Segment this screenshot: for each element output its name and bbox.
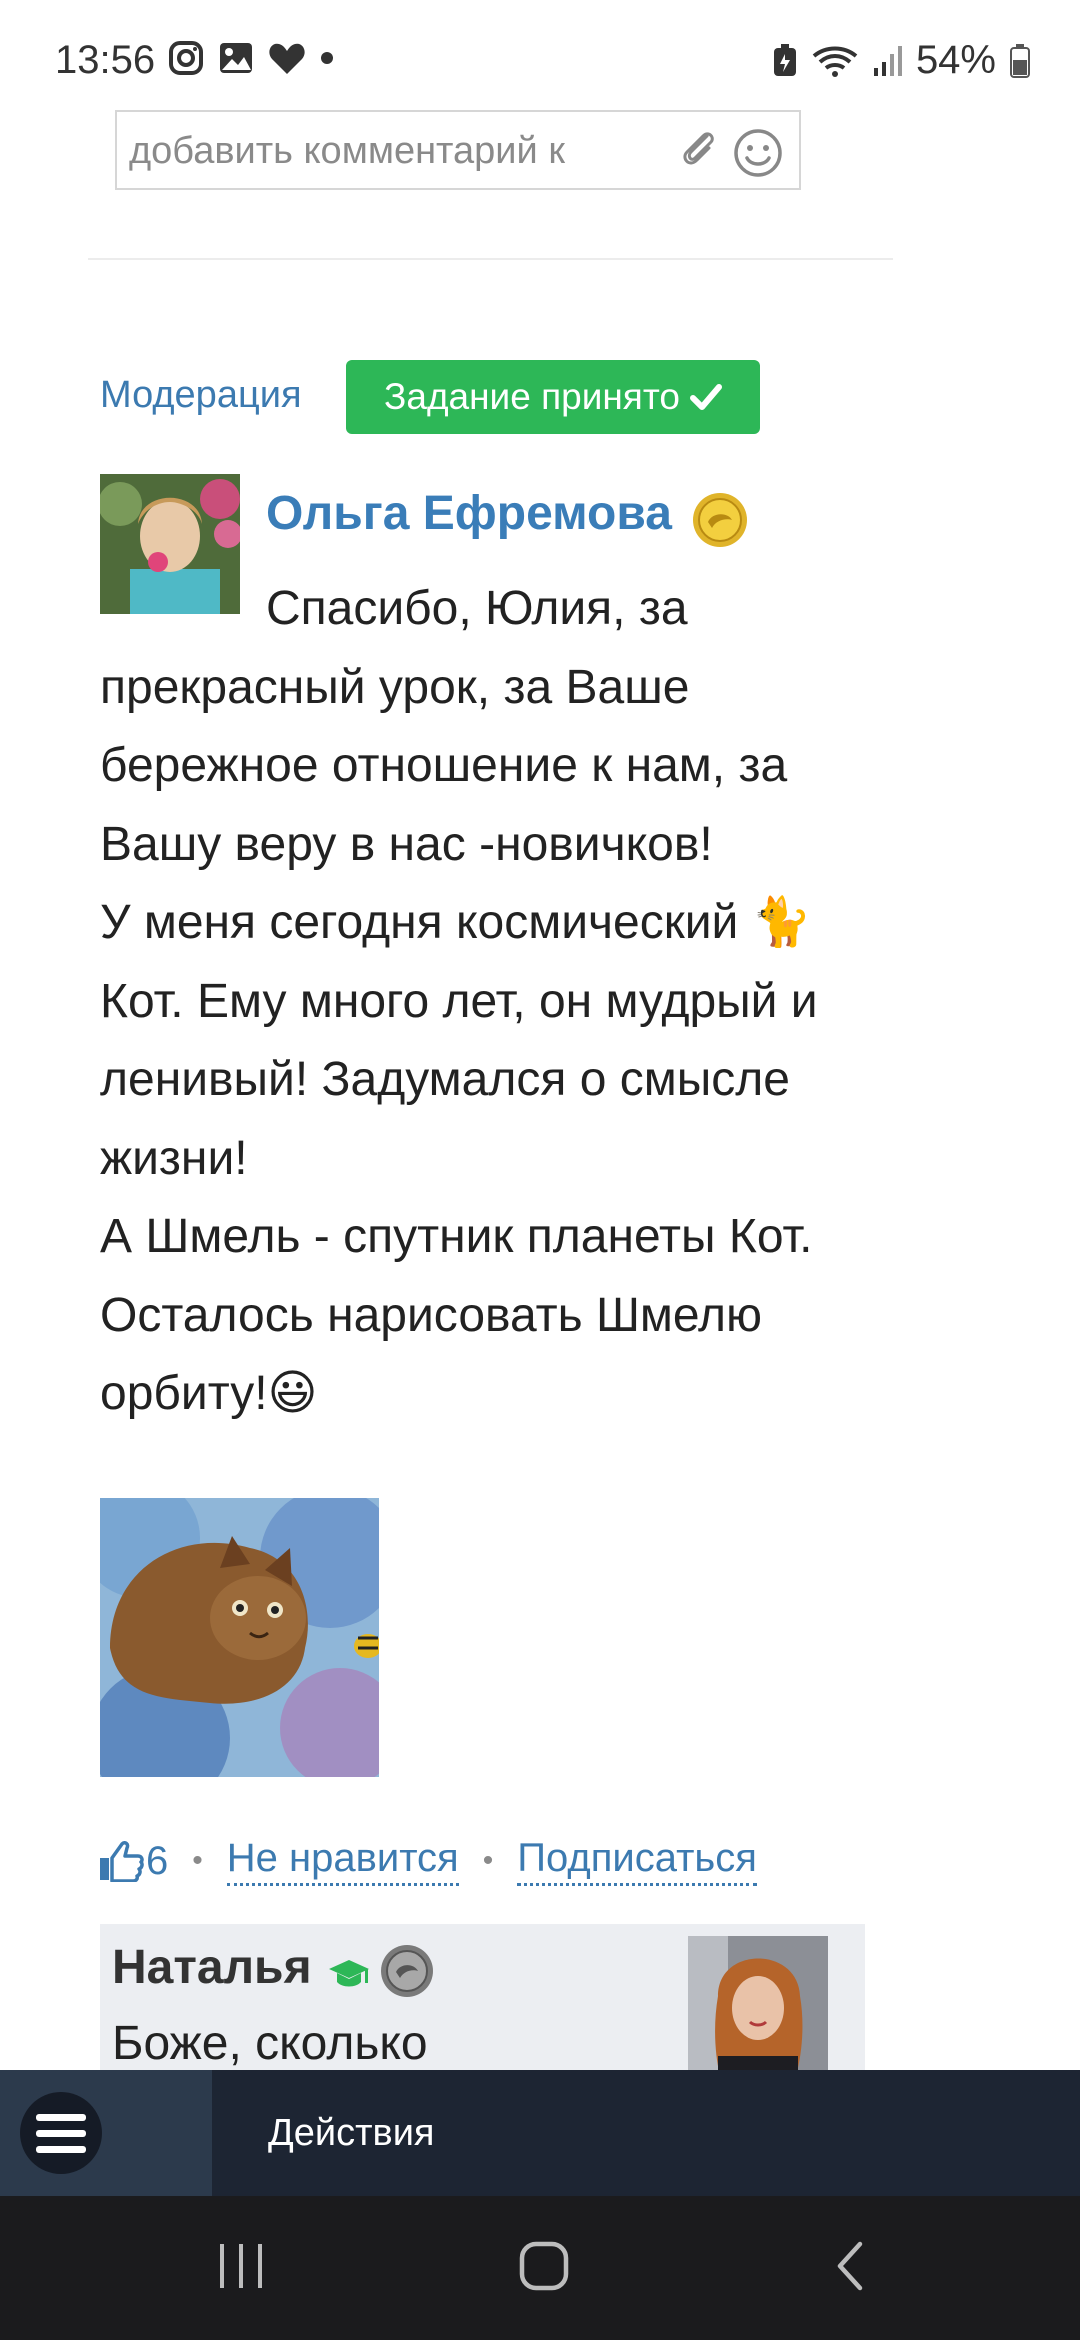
post-line: Кот. Ему много лет, он мудрый и (100, 974, 818, 1028)
reply-avatar[interactable] (688, 1936, 828, 2074)
signal-icon (873, 45, 902, 76)
comment-input[interactable] (129, 126, 659, 176)
back-icon[interactable] (830, 2238, 870, 2294)
actions-label[interactable]: Действия (268, 2112, 435, 2155)
home-icon[interactable] (518, 2238, 570, 2294)
emoji-icon[interactable] (733, 128, 783, 178)
post-line: Спасибо, Юлия, за (266, 582, 688, 635)
post-image[interactable] (100, 1498, 379, 1777)
post-line: Осталось нарисовать Шмелю (100, 1288, 763, 1342)
dislike-link[interactable]: Не нравится (226, 1836, 459, 1886)
separator-dot: • (192, 1844, 203, 1877)
post-line: бережное отношение к нам, за (100, 739, 788, 792)
action-bar: Действия (0, 2070, 1080, 2196)
silver-medal-icon (381, 1945, 433, 1997)
subscribe-link[interactable]: Подписаться (517, 1836, 757, 1886)
battery-percent: 54% (915, 38, 996, 82)
separator-dot: • (482, 1844, 494, 1877)
wifi-icon (812, 46, 858, 77)
graduation-cap-icon (329, 1960, 369, 1987)
instagram-icon (169, 41, 203, 75)
status-badge-label: Задание принято (384, 376, 680, 417)
post-line: А Шмель - спутник планеты Кот. (100, 1210, 813, 1263)
heart-icon (269, 43, 305, 74)
status-time: 13:56 (55, 38, 156, 82)
post-line: ленивый! Задумался о смысле (100, 1053, 790, 1106)
checkmark-icon (689, 384, 722, 410)
post-line: Вашу веру в нас -новичков! (100, 817, 713, 871)
moderation-link[interactable]: Модерация (100, 374, 302, 417)
dot-icon (321, 52, 333, 64)
gallery-icon (220, 43, 252, 73)
battery-icon (1010, 43, 1030, 78)
post-line: прекрасный урок, за Ваше (100, 660, 690, 714)
status-badge: Задание принято (346, 360, 760, 434)
gold-medal-icon (693, 493, 747, 547)
hamburger-menu-icon[interactable] (20, 2092, 102, 2174)
thumbs-up-icon[interactable] (98, 1840, 144, 1882)
divider (88, 258, 893, 260)
post-line: жизни! (100, 1131, 248, 1185)
recent-apps-icon[interactable] (216, 2238, 266, 2294)
post-author-name[interactable]: Ольга Ефремова (266, 486, 672, 541)
like-count: 6 (146, 1838, 169, 1883)
battery-saver-icon (773, 43, 796, 76)
comment-box[interactable] (115, 110, 801, 190)
status-bar: 13:56 54% (0, 0, 1080, 120)
post-body: Спасибо, Юлия, за прекрасный урок, за Ва… (100, 570, 900, 1434)
reply-text: Боже, сколько (112, 2017, 428, 2070)
reply-comment: Наталья Боже, сколько (100, 1924, 865, 2074)
post-line: орбиту!😃 (100, 1367, 318, 1420)
post-line: У меня сегодня космический 🐈 (100, 896, 812, 949)
reply-author-name[interactable]: Наталья (112, 1940, 312, 1995)
reactions-bar: 6 • Не нравится • Подписаться (98, 1836, 757, 1886)
paperclip-icon[interactable] (677, 126, 721, 170)
menu-button[interactable] (0, 2070, 212, 2196)
system-nav-bar (0, 2196, 1080, 2340)
